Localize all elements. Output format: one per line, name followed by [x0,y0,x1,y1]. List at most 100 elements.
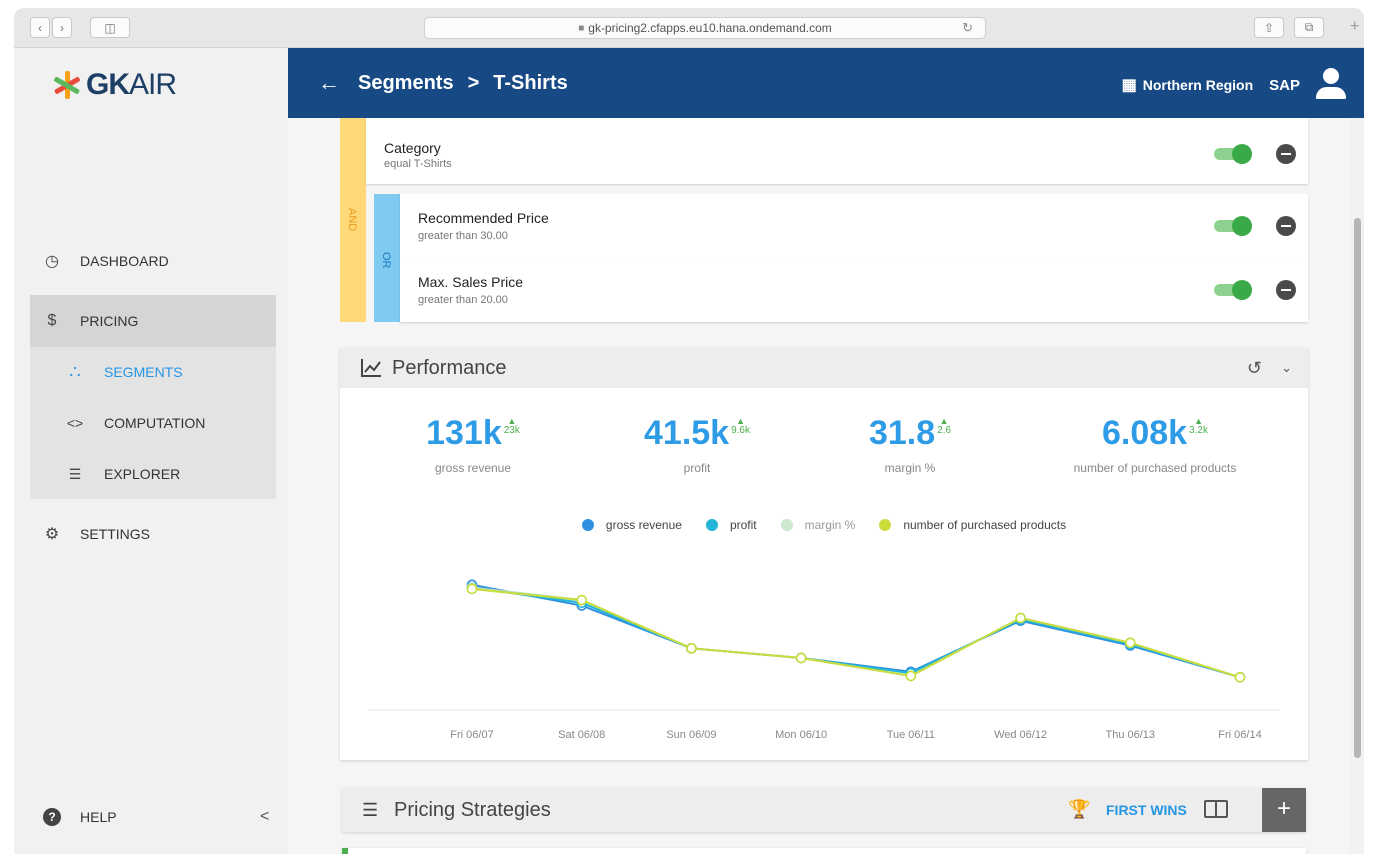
dollar-icon: $ [47,312,57,329]
browser-forward-button[interactable]: › [52,17,72,38]
series-line-1 [471,586,1241,679]
sidebar-item-explorer[interactable]: ☰ EXPLORER [30,449,276,499]
header-actions: ▦ Northern Region SAP [1122,68,1348,102]
data-point[interactable] [576,594,588,606]
list-icon: ☰ [68,465,82,482]
chart-legend: gross revenue profit margin % number of … [340,518,1308,532]
data-point[interactable] [1234,672,1246,683]
gk-air-logo[interactable]: GKAIR [52,68,177,102]
and-operator[interactable]: AND [340,118,366,322]
legend-margin[interactable]: margin % [780,518,855,532]
rule-toggle[interactable] [1214,144,1252,164]
segments-icon: ∴ [69,361,81,382]
x-tick-label: Wed 06/12 [994,729,1047,741]
help-icon: ? [40,808,64,826]
series-line-0 [471,583,1241,679]
rule-condition: equal T-Shirts [384,158,452,170]
tenant-label: SAP [1269,76,1300,94]
sidebar-item-help[interactable]: ? HELP < [30,792,276,842]
sidebar-item-settings[interactable]: ⚙ SETTINGS [30,509,276,559]
history-icon[interactable]: ↺ [1247,358,1262,379]
add-strategy-button[interactable]: + [1262,788,1306,832]
user-avatar-icon[interactable] [1314,68,1348,102]
legend-profit[interactable]: profit [705,518,757,532]
rule-condition: greater than 30.00 [418,230,508,242]
sidebar-item-computation[interactable]: <> COMPUTATION [30,398,276,448]
sidebar-item-pricing[interactable]: $ PRICING [30,295,276,347]
trophy-icon: 🏆 [1068,799,1091,819]
x-tick-label: Tue 06/11 [887,729,935,741]
sidebar-item-dashboard[interactable]: ◷ DASHBOARD [30,236,276,286]
sidebar-item-label: SETTINGS [80,526,151,542]
first-wins-button[interactable]: FIRST WINS [1106,802,1187,818]
scrollbar-thumb[interactable] [1354,218,1361,758]
kpi-label: margin % [884,461,936,475]
legend-purchased-products[interactable]: number of purchased products [879,518,1066,532]
back-arrow-icon[interactable]: ← [318,70,340,96]
rule-toggle[interactable] [1214,280,1252,300]
remove-rule-icon[interactable] [1276,144,1296,164]
sidebar-item-label: HELP [80,809,117,825]
data-point[interactable] [795,652,807,664]
sidebar-item-label: SEGMENTS [104,364,183,380]
kpi-delta: ▲ 2.6 [937,416,952,436]
gear-icon: ⚙ [44,526,60,543]
data-point[interactable] [1124,637,1136,649]
legend-dot [581,519,594,531]
building-icon: ▦ [1121,77,1137,94]
breadcrumb-current: T-Shirts [493,72,568,94]
kpi-value: 41.5k [644,414,730,452]
app-header: ← Segments > T-Shirts ▦ Northern Region … [288,48,1364,118]
tabs-icon[interactable]: ⧉ [1294,17,1324,38]
remove-rule-icon[interactable] [1276,280,1296,300]
data-point[interactable] [686,643,697,654]
breadcrumb-segments[interactable]: Segments [358,72,454,95]
or-operator[interactable]: OR [374,194,400,322]
performance-title: Performance [392,357,507,379]
kpi-margin: 31.8 ▲ 2.6 margin % [840,414,980,475]
logo-text: GKAIR [86,68,177,101]
logo-star-icon [54,71,80,99]
x-tick-label: Thu 06/13 [1106,729,1156,741]
kpi-delta: ▲ 3.2k [1189,416,1208,436]
data-point[interactable] [466,583,478,595]
legend-dot [780,519,793,531]
speedometer-icon: ◷ [45,253,59,270]
performance-header: Performance ↺ ⌄ [340,348,1308,388]
legend-dot [879,519,892,531]
share-icon[interactable]: ⇧ [1254,17,1284,38]
sidebar-item-label: DASHBOARD [80,253,169,269]
kpi-value: 6.08k [1102,414,1188,452]
sidebar-item-label: EXPLORER [104,466,181,482]
remove-rule-icon[interactable] [1276,216,1296,236]
browser-back-button[interactable]: ‹ [30,17,50,38]
new-tab-icon[interactable]: + [1350,18,1359,36]
kpi-label: gross revenue [434,461,512,475]
region-selector[interactable]: Northern Region [1143,77,1253,93]
rule-toggle[interactable] [1214,216,1252,236]
sidebar-toggle-icon[interactable]: ◫ [90,17,130,38]
address-bar[interactable]: ■ gk-pricing2.cfapps.eu10.hana.ondemand.… [424,17,986,39]
sidebar-item-segments[interactable]: ∴ SEGMENTS [30,347,276,397]
collapse-sidebar-icon[interactable]: < [260,808,269,826]
performance-line-chart: Fri 06/07 Sat 06/08 Sun 06/09 Mon 06/10 Tue … [368,579,1280,741]
pricing-strategies-title: Pricing Strategies [394,799,551,821]
code-icon: <> [66,415,84,431]
kpi-delta: ▲ 9.6k [731,416,750,436]
data-point[interactable] [1015,612,1026,624]
line-chart-icon [361,359,381,377]
data-point[interactable] [905,670,917,682]
page-scrollbar[interactable] [1350,118,1364,854]
legend-gross-revenue[interactable]: gross revenue [581,518,682,532]
legend-dot [705,519,718,531]
view-toggle-icon[interactable] [1204,800,1228,818]
kpi-value: 131k [426,414,502,452]
x-tick-label: Mon 06/10 [775,729,827,741]
reload-icon[interactable]: ↻ [962,20,973,36]
rule-row-category: Category equal T-Shirts [366,118,1308,184]
rule-condition: greater than 20.00 [418,294,508,306]
rule-title: Recommended Price [418,210,549,226]
sliders-icon: ☰ [362,800,379,820]
chevron-down-icon[interactable]: ⌄ [1281,360,1292,376]
sidebar: GKAIR ◷ DASHBOARD $ PRICING ∴ SEGMENTS <… [14,48,288,854]
